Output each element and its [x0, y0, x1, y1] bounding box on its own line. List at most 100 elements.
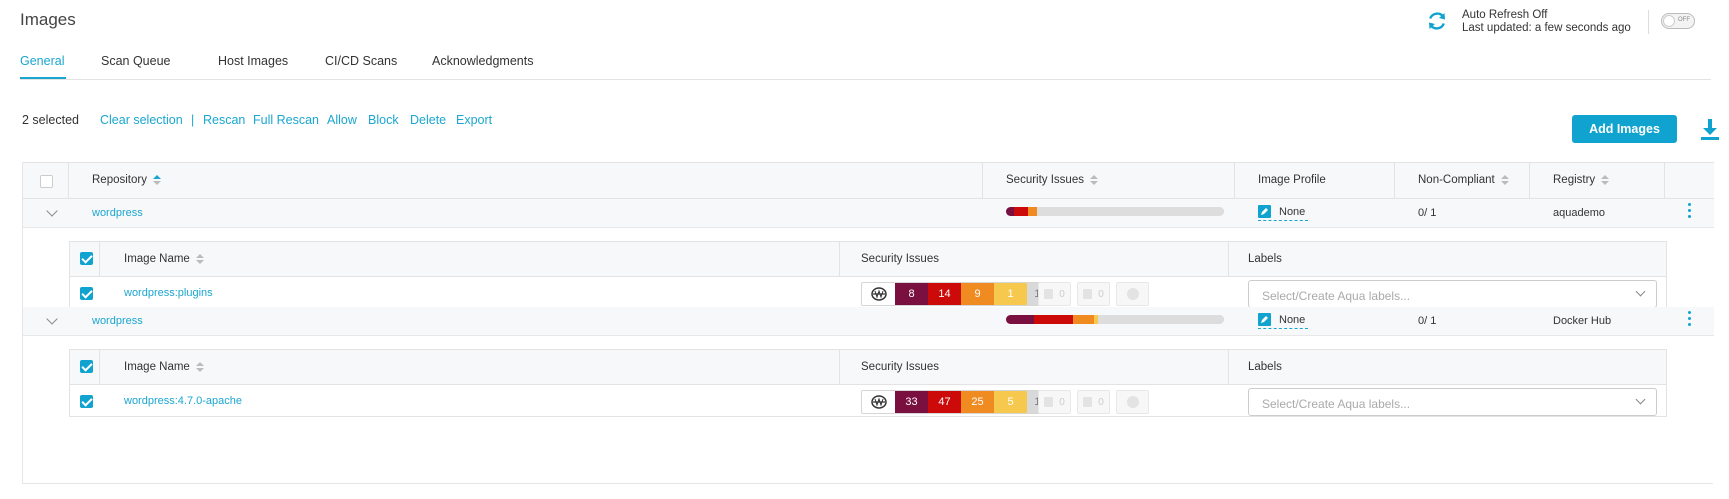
col-repository[interactable]: Repository: [92, 174, 161, 186]
sensitive-data-count[interactable]: 0: [1038, 390, 1071, 414]
column-divider: [1664, 163, 1665, 199]
column-divider: [99, 242, 100, 277]
tab-scan-queue[interactable]: Scan Queue: [101, 54, 171, 68]
bug-icon: [1083, 397, 1093, 407]
col-image-profile: Image Profile: [1258, 174, 1326, 186]
assurance-status[interactable]: [1116, 390, 1149, 414]
table-row[interactable]: wordpress None 0/ 1 Docker Hub: [23, 307, 1714, 336]
vulnerability-counts[interactable]: 33 47 25 5 150: [861, 390, 1061, 414]
cve-icon: [862, 391, 895, 413]
labels-select[interactable]: Select/Create Aqua labels...: [1248, 388, 1657, 416]
bug-icon: [1083, 289, 1093, 299]
tab-divider: [20, 79, 1711, 80]
sort-asc-icon: [152, 174, 161, 185]
image-subtable: Image Name Security Issues Labels wordpr…: [69, 241, 1667, 309]
sensitive-data-value: 0: [1059, 396, 1065, 408]
kebab-icon[interactable]: [1688, 311, 1692, 331]
column-divider: [68, 163, 69, 199]
col-registry[interactable]: Registry: [1553, 174, 1610, 186]
rescan-link[interactable]: Rescan: [203, 113, 245, 127]
auto-refresh-label: Auto Refresh Off: [1462, 9, 1548, 21]
column-divider: [1394, 163, 1395, 199]
column-divider: [1228, 242, 1229, 277]
column-divider: [99, 350, 100, 385]
malware-count[interactable]: 0: [1077, 390, 1110, 414]
assurance-status[interactable]: [1116, 282, 1149, 306]
allow-link[interactable]: Allow: [327, 113, 357, 127]
auto-refresh-toggle[interactable]: OFF: [1661, 13, 1695, 29]
chevron-down-icon[interactable]: [46, 313, 58, 325]
col-non-compliant-label: Non-Compliant: [1418, 174, 1495, 186]
tab-acknowledgments[interactable]: Acknowledgments: [432, 54, 533, 68]
chevron-down-icon[interactable]: [46, 205, 58, 217]
image-profile-value: None: [1279, 314, 1306, 326]
sensitive-data-count[interactable]: 0: [1038, 282, 1071, 306]
last-updated-label: Last updated: a few seconds ago: [1462, 22, 1631, 34]
high-count: 14: [928, 283, 961, 305]
block-link[interactable]: Block: [368, 113, 399, 127]
select-all-checkbox[interactable]: [40, 175, 53, 188]
subtable-header: Image Name Security Issues Labels: [70, 350, 1666, 385]
severity-segment: [1006, 207, 1015, 216]
kebab-icon[interactable]: [1688, 203, 1692, 223]
malware-count[interactable]: 0: [1077, 282, 1110, 306]
col-image-name[interactable]: Image Name: [124, 253, 204, 265]
refresh-icon[interactable]: [1426, 10, 1448, 32]
column-divider: [1234, 163, 1235, 199]
table-row[interactable]: wordpress None 0/ 1 aquademo: [23, 199, 1714, 228]
image-row[interactable]: wordpress:plugins 8 14 9 1 184 0 0 Selec…: [70, 277, 1666, 310]
image-profile[interactable]: None: [1258, 313, 1308, 329]
select-all-images-checkbox[interactable]: [80, 360, 93, 373]
clear-selection-link[interactable]: Clear selection: [100, 113, 183, 127]
chevron-down-icon: [1635, 286, 1646, 297]
col-non-compliant[interactable]: Non-Compliant: [1418, 174, 1509, 186]
image-row-checkbox[interactable]: [80, 287, 93, 300]
labels-select[interactable]: Select/Create Aqua labels...: [1248, 280, 1657, 308]
download-icon[interactable]: [1700, 118, 1720, 142]
column-divider: [839, 242, 840, 277]
vulnerability-counts[interactable]: 8 14 9 1 184: [861, 282, 1061, 306]
repository-link[interactable]: wordpress: [92, 315, 143, 327]
cve-icon: [862, 283, 895, 305]
delete-link[interactable]: Delete: [410, 113, 446, 127]
repository-link[interactable]: wordpress: [92, 207, 143, 219]
col-labels: Labels: [1248, 253, 1282, 265]
severity-segment: [1037, 207, 1224, 216]
subtable-header: Image Name Security Issues Labels: [70, 242, 1666, 277]
severity-segment: [1006, 315, 1034, 324]
add-images-button[interactable]: Add Images: [1572, 115, 1677, 143]
col-image-name[interactable]: Image Name: [124, 361, 204, 373]
column-divider: [1529, 163, 1530, 199]
select-all-images-checkbox[interactable]: [80, 252, 93, 265]
registry-value: aquademo: [1553, 207, 1605, 219]
image-profile[interactable]: None: [1258, 205, 1308, 221]
low-count: 5: [994, 391, 1027, 413]
tab-cicd-scans[interactable]: CI/CD Scans: [325, 54, 397, 68]
col-security-issues[interactable]: Security Issues: [1006, 174, 1098, 186]
sensitive-data-value: 0: [1059, 288, 1065, 300]
file-icon: [1044, 289, 1054, 299]
full-rescan-link[interactable]: Full Rescan: [253, 113, 319, 127]
export-link[interactable]: Export: [456, 113, 492, 127]
edit-icon: [1258, 313, 1271, 326]
labels-placeholder: Select/Create Aqua labels...: [1262, 289, 1411, 303]
low-count: 1: [994, 283, 1027, 305]
medium-count: 9: [961, 283, 994, 305]
image-subtable: Image Name Security Issues Labels wordpr…: [69, 349, 1667, 417]
chevron-down-icon: [1635, 394, 1646, 405]
selected-count: 2 selected: [22, 113, 79, 127]
critical-count: 8: [895, 283, 928, 305]
malware-value: 0: [1098, 288, 1104, 300]
col-image-name-label: Image Name: [124, 253, 190, 265]
toolbar-separator: |: [191, 113, 195, 127]
severity-segment: [1028, 207, 1038, 216]
image-row[interactable]: wordpress:4.7.0-apache 33 47 25 5 150 0 …: [70, 385, 1666, 418]
image-name-link[interactable]: wordpress:plugins: [124, 287, 213, 299]
tab-host-images[interactable]: Host Images: [218, 54, 288, 68]
tab-general[interactable]: General: [20, 54, 64, 68]
image-row-checkbox[interactable]: [80, 395, 93, 408]
image-name-link[interactable]: wordpress:4.7.0-apache: [124, 395, 242, 407]
col-image-name-label: Image Name: [124, 361, 190, 373]
malware-value: 0: [1098, 396, 1104, 408]
labels-placeholder: Select/Create Aqua labels...: [1262, 397, 1411, 411]
